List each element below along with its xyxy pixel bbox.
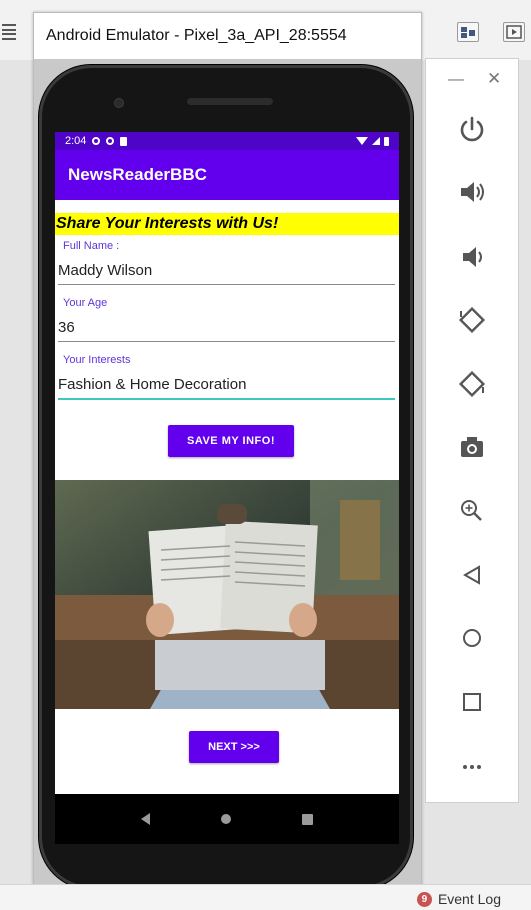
full-name-underline <box>58 284 395 285</box>
interests-field[interactable]: Your Interests Fashion & Home Decoration <box>55 349 399 406</box>
emulator-title: Android Emulator - Pixel_3a_API_28:5554 <box>34 13 421 59</box>
volume-up-icon[interactable] <box>454 174 490 210</box>
status-time: 2:04 <box>65 135 87 147</box>
next-button[interactable]: NEXT >>> <box>189 731 279 763</box>
full-name-field[interactable]: Full Name : Maddy Wilson <box>55 235 399 292</box>
battery-icon <box>384 136 389 146</box>
phone-frame: 2:04 NewsReaderBBC Share Your Interests … <box>39 65 413 889</box>
notification-icon <box>92 137 101 145</box>
emulator-body: 2:04 NewsReaderBBC Share Your Interests … <box>34 59 421 891</box>
newspaper-reader-image <box>55 480 399 709</box>
interests-banner: Share Your Interests with Us! <box>55 213 399 235</box>
minimize-button[interactable]: — <box>448 71 464 89</box>
age-label: Your Age <box>63 297 108 309</box>
phone-screen: 2:04 NewsReaderBBC Share Your Interests … <box>55 132 399 794</box>
emulator-window: Android Emulator - Pixel_3a_API_28:5554 … <box>33 12 422 892</box>
interests-underline <box>58 398 395 400</box>
signal-icon <box>372 137 380 145</box>
sd-card-icon <box>120 136 128 146</box>
overview-icon[interactable] <box>454 684 490 720</box>
front-camera <box>114 98 124 108</box>
rotate-left-icon[interactable] <box>454 302 490 338</box>
wifi-icon <box>356 137 368 145</box>
rotate-right-icon[interactable] <box>454 366 490 402</box>
app-title: NewsReaderBBC <box>68 165 207 184</box>
notification-icon <box>106 137 115 145</box>
navigation-bar <box>55 794 399 844</box>
camera-icon[interactable] <box>454 429 490 465</box>
zoom-icon[interactable] <box>454 493 490 529</box>
nav-back-icon[interactable] <box>140 813 150 825</box>
save-info-button[interactable]: SAVE MY INFO! <box>168 425 294 457</box>
run-panel-button[interactable] <box>503 22 525 42</box>
back-icon[interactable] <box>454 557 490 593</box>
event-log-label: Event Log <box>437 891 501 907</box>
emulator-toolbar: — ✕ <box>425 58 519 803</box>
structure-icon[interactable] <box>2 24 16 40</box>
volume-down-icon[interactable] <box>454 239 490 275</box>
age-input[interactable]: 36 <box>58 319 75 336</box>
earpiece-speaker <box>187 98 273 105</box>
home-icon[interactable] <box>454 620 490 656</box>
close-button[interactable]: ✕ <box>487 69 501 89</box>
project-structure-button[interactable] <box>457 22 479 42</box>
ide-status-bar: 9 Event Log <box>0 884 531 910</box>
age-field[interactable]: Your Age 36 <box>55 292 399 349</box>
event-log-button[interactable]: 9 Event Log <box>416 891 501 907</box>
status-bar: 2:04 <box>55 132 399 150</box>
full-name-label: Full Name : <box>63 240 120 252</box>
interests-label: Your Interests <box>63 354 131 366</box>
nav-home-icon[interactable] <box>220 814 231 824</box>
full-name-input[interactable]: Maddy Wilson <box>58 262 152 279</box>
event-log-badge: 9 <box>416 891 432 907</box>
app-bar: NewsReaderBBC <box>55 150 399 200</box>
age-underline <box>58 341 395 342</box>
interests-input[interactable]: Fashion & Home Decoration <box>58 376 246 393</box>
nav-recent-icon[interactable] <box>302 813 314 825</box>
more-icon[interactable] <box>454 749 490 785</box>
power-icon[interactable] <box>454 111 490 147</box>
